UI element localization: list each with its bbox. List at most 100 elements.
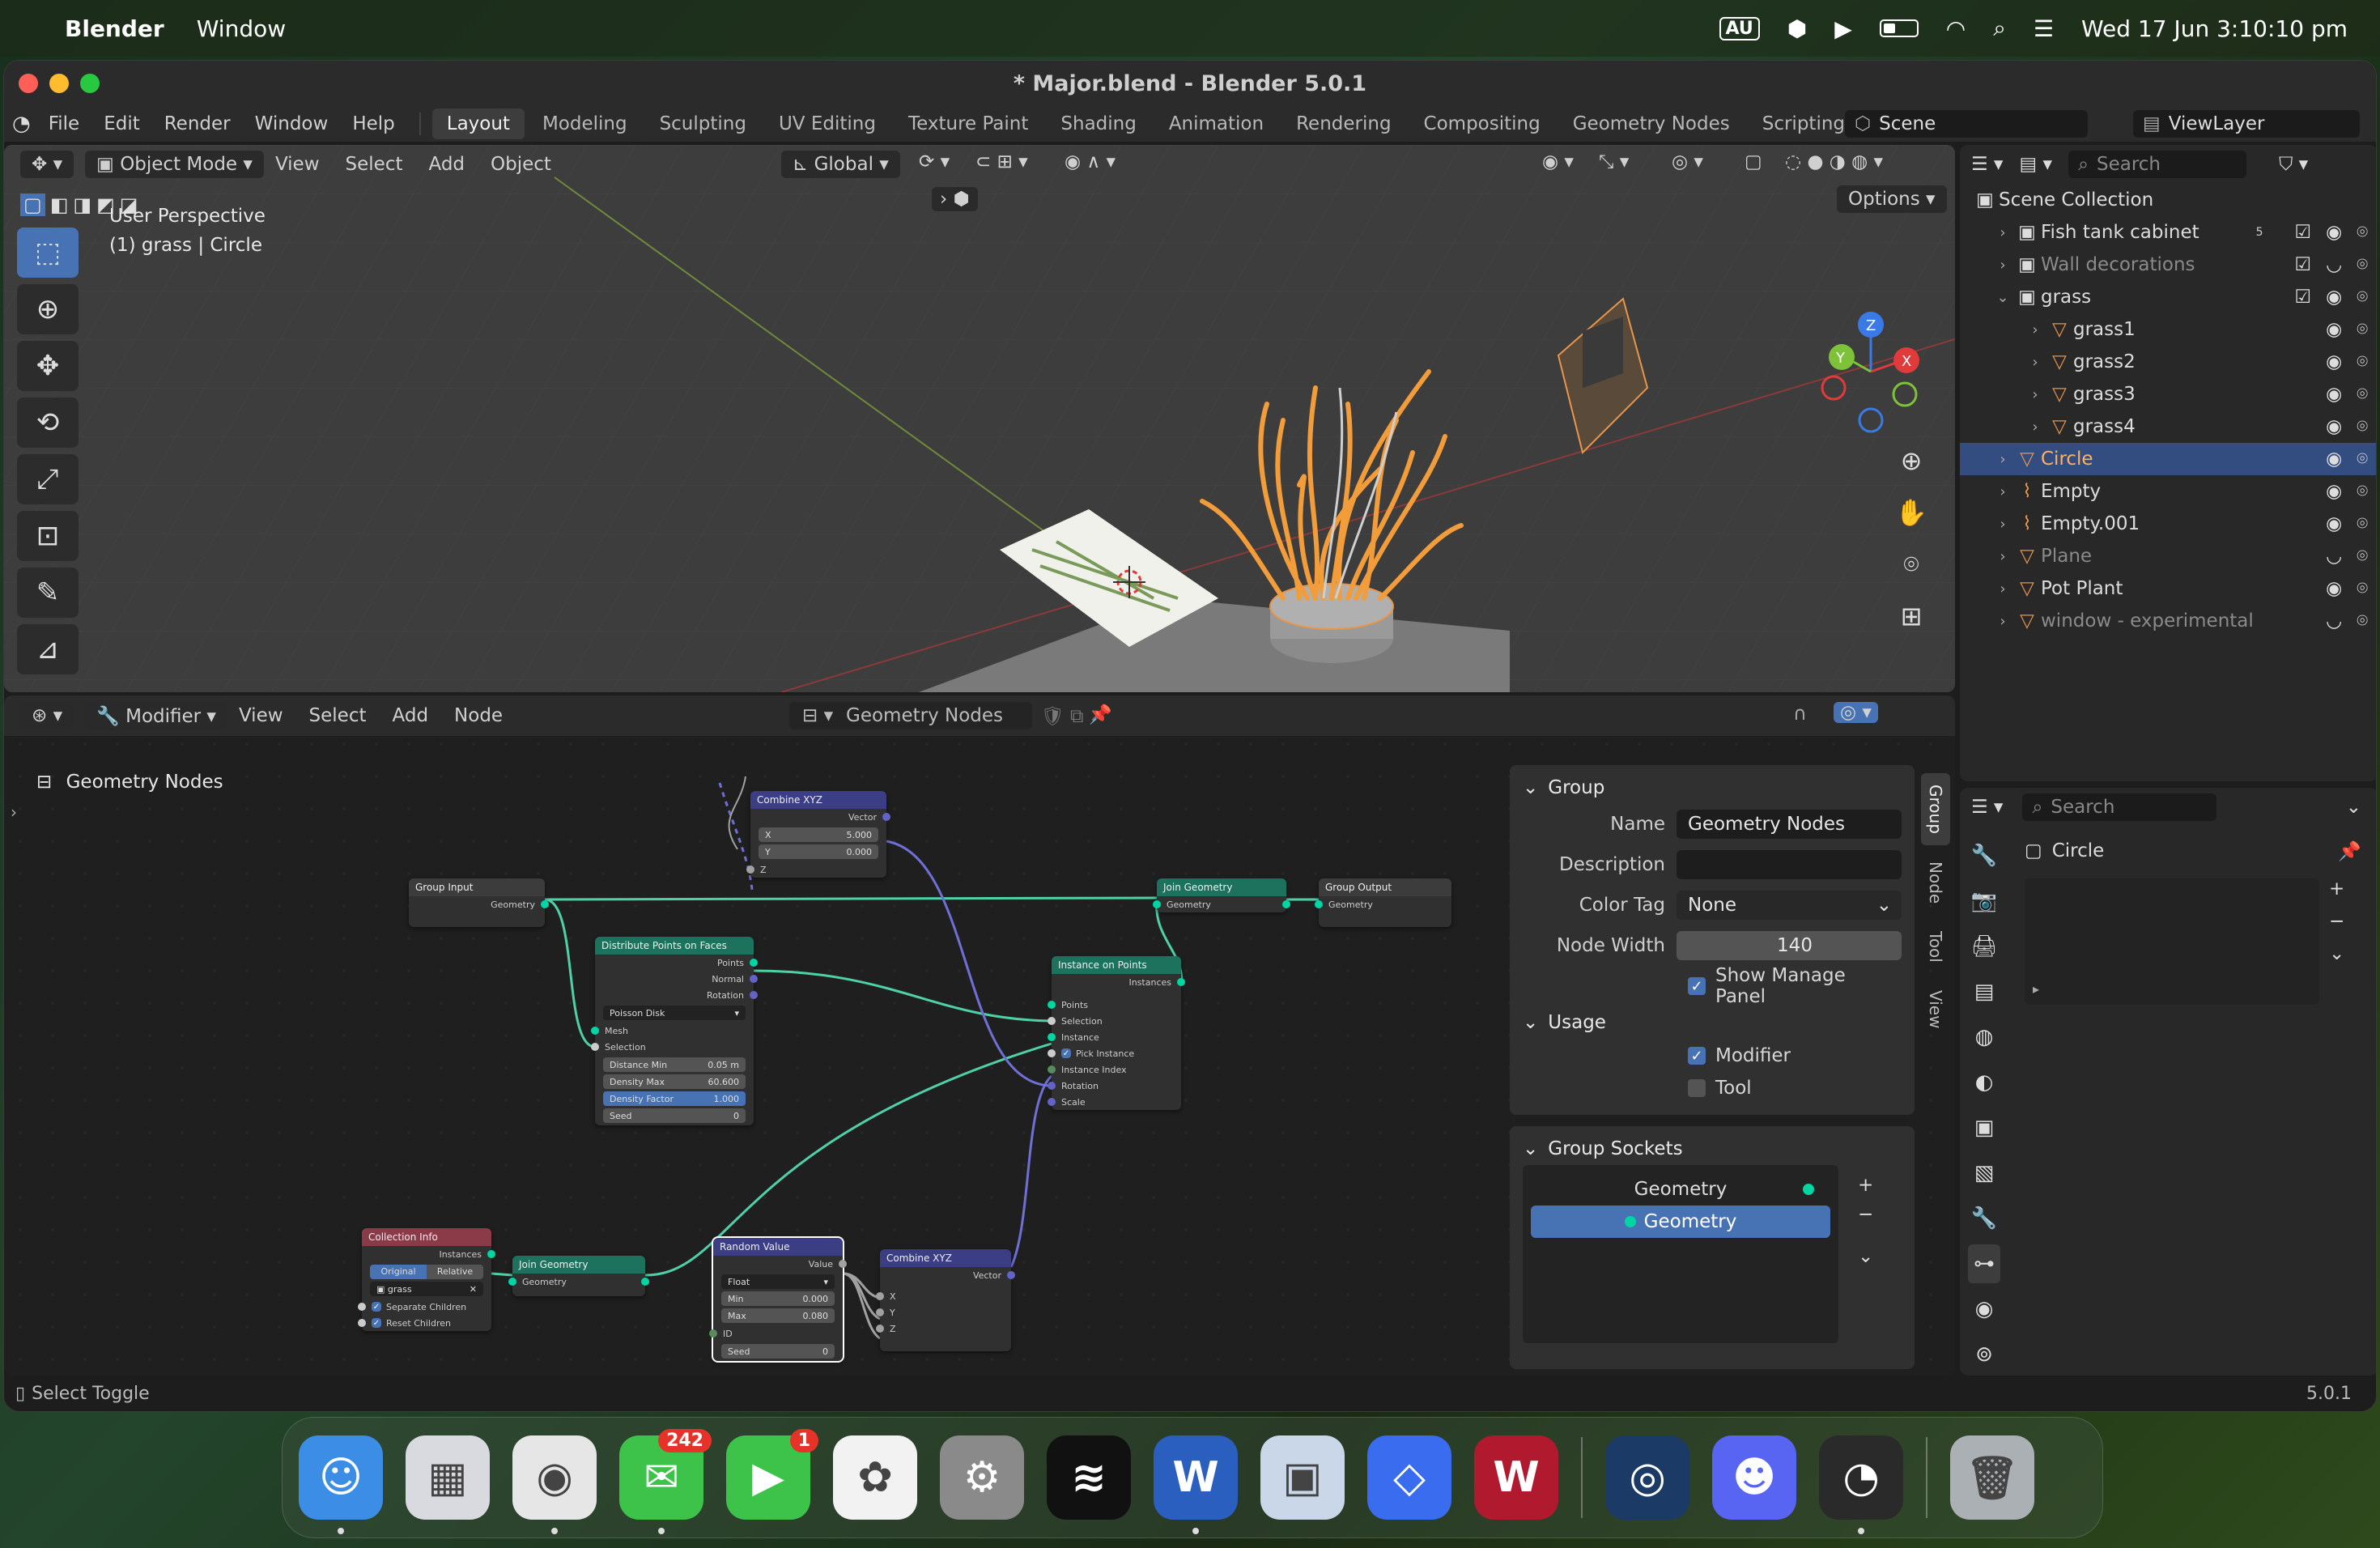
eye-closed-icon[interactable]: ◡ — [2326, 610, 2342, 632]
dock-app-roblox[interactable]: ◇ — [1367, 1435, 1451, 1520]
clear-icon[interactable]: ✕ — [470, 1284, 477, 1295]
constraints-tab-icon[interactable]: ⊚ — [1968, 1335, 2000, 1374]
geometry-socket[interactable] — [1153, 900, 1161, 908]
scale-socket[interactable] — [1048, 1098, 1056, 1106]
camera-render-icon[interactable]: ⌾ — [2357, 449, 2368, 470]
relative-toggle[interactable]: Relative — [427, 1265, 483, 1279]
distribute-method-dropdown[interactable]: Poisson Disk ▾ — [603, 1006, 746, 1020]
node-group-input[interactable]: Group Input Geometry — [409, 878, 549, 927]
input-source-indicator[interactable]: AU — [1719, 16, 1760, 40]
normal-socket[interactable] — [750, 975, 758, 983]
camera-render-icon[interactable]: ⌾ — [2357, 416, 2368, 437]
node-header[interactable]: Distribute Points on Faces — [595, 937, 754, 955]
y-socket[interactable] — [876, 1308, 884, 1316]
remove-socket-icon[interactable]: − — [1858, 1204, 1873, 1225]
camera-render-icon[interactable]: ⌾ — [2357, 610, 2368, 632]
collapse-toolbar-icon[interactable]: › ⬢ — [932, 187, 978, 211]
tab-uv-editing[interactable]: UV Editing — [764, 108, 890, 139]
menu-select[interactable]: Select — [346, 154, 403, 175]
id-socket[interactable] — [709, 1329, 717, 1337]
tool-checkbox[interactable]: Tool — [1523, 1073, 1902, 1104]
menu-add[interactable]: Add — [429, 154, 465, 175]
exclude-checkbox-icon[interactable]: ☑ — [2294, 254, 2311, 275]
menu-node[interactable]: Node — [454, 705, 503, 726]
display-mode-button[interactable]: ▤ ▾ — [2019, 154, 2052, 175]
disclosure-icon[interactable]: › — [1992, 580, 2013, 598]
node-header[interactable]: Combine XYZ — [750, 791, 886, 809]
node-header[interactable]: Group Input — [409, 878, 545, 896]
outliner-row-grass2[interactable]: › ▽ grass2 ◉ ⌾ — [1960, 346, 2376, 378]
tab-scripting[interactable]: Scripting — [1748, 108, 1859, 139]
output-tab-icon[interactable]: 🖨 — [1968, 927, 2000, 966]
3d-viewport[interactable]: Z X Y ✥ ▾ ▣ Object Mode ▾ View Select Ad… — [4, 145, 1955, 692]
disclosure-icon[interactable]: › — [2025, 354, 2046, 371]
wifi-icon[interactable]: ◠ — [1946, 15, 1966, 42]
editor-type-button[interactable]: ⊛ ▾ — [20, 702, 74, 729]
x-socket[interactable] — [876, 1292, 884, 1300]
shading-modes-icon[interactable]: ◌ ● ◑ ◍ ▾ — [1785, 151, 1883, 172]
outliner-row-empty-001[interactable]: › ⌇ Empty.001 ◉ ⌾ — [1960, 508, 2376, 540]
geometry-socket[interactable] — [508, 1278, 516, 1286]
dock-app-chrome[interactable]: ◉ — [512, 1435, 597, 1534]
camera-render-icon[interactable]: ⌾ — [2357, 222, 2368, 243]
menu-window[interactable]: Window — [197, 15, 286, 42]
outliner[interactable]: ☰ ▾ ▤ ▾ ⌕ Search ⛉ ▾ ▣ Scene Collection … — [1960, 145, 2376, 781]
instances-socket[interactable] — [487, 1250, 495, 1258]
camera-render-icon[interactable]: ⌾ — [2357, 254, 2368, 275]
add-icon[interactable]: + — [2329, 878, 2344, 899]
tab-sculpting[interactable]: Sculpting — [645, 108, 761, 139]
viewport-scene[interactable]: Z X Y — [4, 145, 1955, 692]
dock-app-blender[interactable]: ◔ — [1819, 1435, 1903, 1534]
node-header[interactable]: Join Geometry — [1157, 878, 1286, 896]
vector-socket[interactable] — [882, 813, 890, 821]
eye-icon[interactable]: ◉ — [2326, 578, 2342, 599]
node-random-value[interactable]: Random Value Value Float ▾ Min 0.000 Max 0.… — [709, 1236, 847, 1363]
tab-modeling[interactable]: Modeling — [528, 108, 642, 139]
points-socket[interactable] — [750, 959, 758, 967]
camera-render-icon[interactable]: ⌾ — [2357, 384, 2368, 405]
x-field[interactable]: X 5.000 — [759, 827, 878, 842]
eye-icon[interactable]: ◉ — [2326, 319, 2342, 340]
tab-group[interactable]: Group — [1921, 773, 1950, 845]
menu-object[interactable]: Object — [491, 154, 551, 175]
tab-view[interactable]: View — [1921, 979, 1950, 1040]
checkbox-icon[interactable] — [1688, 1079, 1706, 1097]
outliner-row-circle[interactable]: › ▽ Circle ◉ ⌾ — [1960, 443, 2376, 475]
node-group-output[interactable]: Group Output Geometry — [1315, 878, 1451, 927]
disclosure-icon[interactable]: › — [2025, 386, 2046, 403]
transform-orientation-selector[interactable]: ⊾ Global ▾ — [781, 151, 900, 178]
pick-instance-checkbox[interactable]: ✓ Pick Instance — [1048, 1045, 1181, 1061]
rotation-in-socket[interactable] — [1048, 1082, 1056, 1090]
modifier-tab-icon[interactable]: 🔧 — [1968, 1199, 2000, 1238]
seed-field[interactable]: Seed 0 — [721, 1344, 835, 1359]
separate-children-checkbox[interactable]: ✓ Separate Children — [358, 1299, 491, 1315]
tool-tab-icon[interactable]: 🔧 — [1968, 836, 2000, 875]
outliner-row-fish-tank-cabinet[interactable]: › ▣ Fish tank cabinet 5 ☑ ◉ ⌾ — [1960, 216, 2376, 249]
now-playing-icon[interactable]: ▶ — [1834, 15, 1852, 42]
overlays-icon[interactable]: ◎ ▾ — [1834, 702, 1878, 723]
menu-edit[interactable]: Edit — [104, 113, 140, 134]
node-instance-on-points[interactable]: Instance on Points Instances Points Sele… — [1048, 956, 1185, 1110]
outliner-search-input[interactable]: ⌕ Search — [2068, 151, 2247, 178]
outliner-row-grass1[interactable]: › ▽ grass1 ◉ ⌾ — [1960, 313, 2376, 346]
tab-shading[interactable]: Shading — [1046, 108, 1150, 139]
node-width-field[interactable]: 140 — [1677, 931, 1902, 960]
menu-view[interactable]: View — [239, 705, 283, 726]
world-tab-icon[interactable]: ◐ — [1968, 1063, 2000, 1102]
dock-app-trash[interactable]: 🗑 — [1950, 1435, 2034, 1520]
instance-socket[interactable] — [1048, 1033, 1056, 1041]
scene-tab-icon[interactable]: ◍ — [1968, 1018, 2000, 1057]
eye-icon[interactable]: ◉ — [2326, 416, 2342, 437]
seed-field[interactable]: Seed 0 — [603, 1108, 746, 1123]
menu-select[interactable]: Select — [309, 705, 367, 726]
eye-closed-icon[interactable]: ◡ — [2326, 254, 2342, 275]
checkbox-icon[interactable]: ✓ — [372, 1302, 381, 1312]
dock-app-word[interactable]: W — [1154, 1435, 1238, 1534]
eye-icon[interactable]: ◉ — [2326, 449, 2342, 470]
socket-item-output[interactable]: Geometry — [1531, 1173, 1830, 1206]
camera-render-icon[interactable]: ⌾ — [2357, 319, 2368, 340]
menu-file[interactable]: File — [49, 113, 80, 134]
tab-tool[interactable]: Tool — [1921, 920, 1950, 974]
node-header[interactable]: Group Output — [1319, 878, 1451, 896]
eye-closed-icon[interactable]: ◡ — [2326, 546, 2342, 567]
